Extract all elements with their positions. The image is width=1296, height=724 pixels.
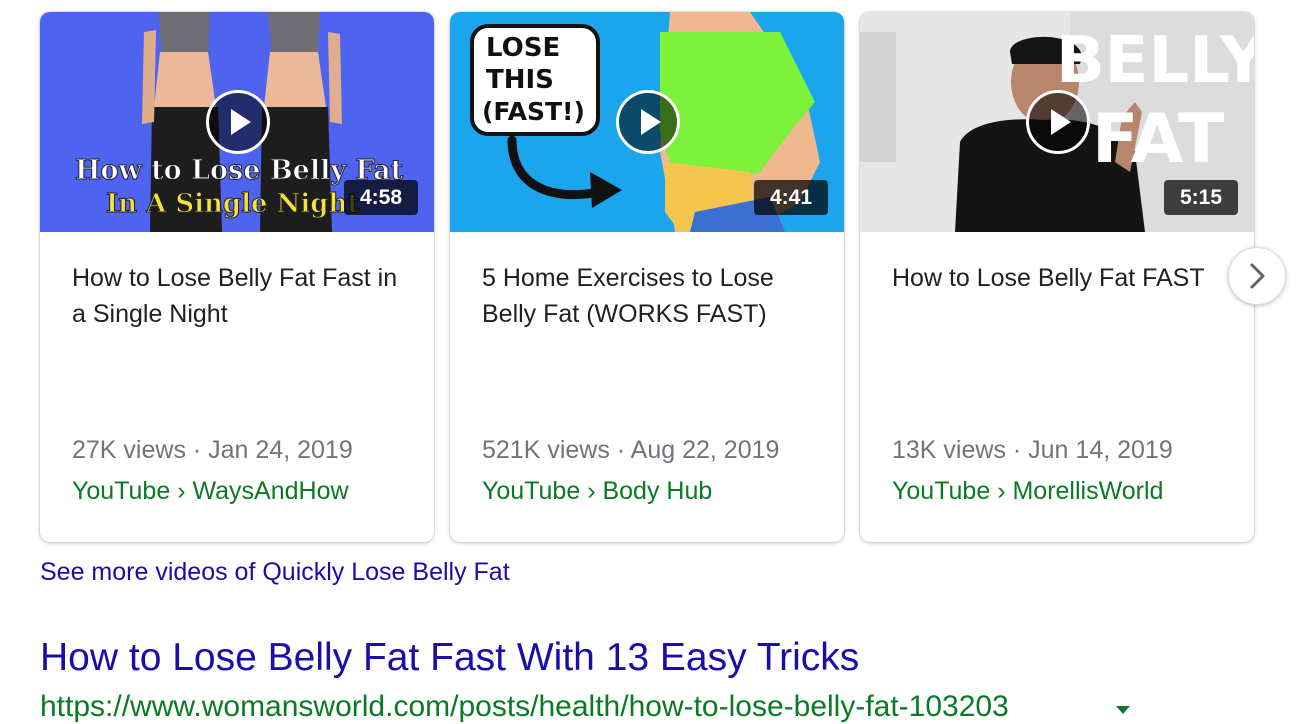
play-icon: [641, 109, 661, 135]
play-icon: [231, 109, 251, 135]
result-options-button[interactable]: [1112, 703, 1134, 717]
thumb-caption-line1: LOSE: [486, 33, 560, 63]
play-button[interactable]: [206, 90, 270, 154]
see-more-videos-link[interactable]: See more videos of Quickly Lose Belly Fa…: [40, 558, 510, 587]
video-card-2[interactable]: LOSE THIS (FAST!) 4:41 5 Home Exercises …: [450, 12, 844, 542]
chevron-right-icon: [1250, 263, 1265, 289]
video-thumbnail[interactable]: How to Lose Belly Fat In A Single Night …: [40, 12, 434, 232]
video-thumbnail[interactable]: BELLY FAT 5:15: [860, 12, 1254, 232]
carousel-next-button[interactable]: [1228, 247, 1286, 305]
video-source: YouTube › WaysAndHow: [72, 477, 349, 505]
video-thumbnail[interactable]: LOSE THIS (FAST!) 4:41: [450, 12, 844, 232]
video-meta: 521K views · Aug 22, 2019: [482, 436, 780, 464]
video-card-3[interactable]: BELLY FAT 5:15 How to Lose Belly Fat FAS…: [860, 12, 1254, 542]
thumb-caption-line2: THIS: [486, 65, 554, 95]
video-duration: 4:58: [343, 180, 418, 215]
video-source: YouTube › Body Hub: [482, 477, 713, 505]
video-meta: 13K views · Jun 14, 2019: [892, 436, 1173, 464]
video-duration: 4:41: [753, 180, 828, 215]
video-duration: 5:15: [1163, 180, 1238, 215]
result-title-link[interactable]: How to Lose Belly Fat Fast With 13 Easy …: [40, 636, 859, 680]
play-button[interactable]: [616, 90, 680, 154]
thumb-caption-line2: In A Single Night: [106, 189, 359, 219]
caret-down-icon: [1116, 706, 1130, 714]
video-card-1[interactable]: How to Lose Belly Fat In A Single Night …: [40, 12, 434, 542]
video-title[interactable]: 5 Home Exercises to Lose Belly Fat (WORK…: [482, 260, 817, 332]
video-meta: 27K views · Jan 24, 2019: [72, 436, 353, 464]
play-button[interactable]: [1026, 90, 1090, 154]
video-source: YouTube › MorellisWorld: [892, 477, 1164, 505]
video-title[interactable]: How to Lose Belly Fat FAST: [892, 260, 1227, 296]
result-url: https://www.womansworld.com/posts/health…: [40, 690, 1009, 723]
video-title[interactable]: How to Lose Belly Fat Fast in a Single N…: [72, 260, 407, 332]
play-icon: [1051, 109, 1071, 135]
thumb-caption-line3: (FAST!): [482, 97, 585, 126]
thumb-caption-line1: BELLY: [1056, 24, 1254, 98]
search-results-page: How to Lose Belly Fat In A Single Night …: [0, 0, 1296, 724]
thumb-caption-line2: FAT: [1092, 100, 1225, 179]
